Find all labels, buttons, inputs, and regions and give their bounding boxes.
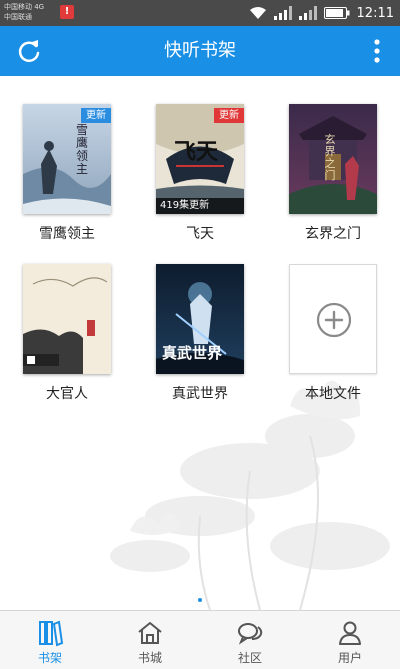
page-title: 快听书架 [164,40,236,61]
book-cover-art [23,264,111,374]
carrier-info: 中国移动 4G 中国联通 [4,2,44,22]
tab-bookstore[interactable]: 书城 [100,611,200,669]
update-badge: 更新 [81,108,111,123]
app-bar: 快听书架 [0,26,400,76]
add-local-label: 本地文件 [305,386,361,402]
book-title: 飞天 [186,226,214,242]
book-cover[interactable]: 玄界之门 [289,104,377,214]
tab-label: 书架 [37,651,62,665]
more-vertical-icon[interactable] [370,36,384,66]
warning-icon: ! [60,5,74,19]
cover-title-text: 飞天 [174,139,219,165]
bookshelf-icon [39,620,64,647]
book-title: 真武世界 [172,386,228,402]
clock: 12:11 [356,5,394,21]
book-item[interactable]: 大官人 [23,264,111,403]
book-item[interactable]: 飞天 更新 419集更新 飞天 [156,104,244,243]
plus-circle-icon [316,302,352,338]
book-item[interactable]: 雪鹰领主 更新 雪鹰领主 [23,104,111,243]
carrier-1: 中国移动 4G [4,3,45,11]
tab-label: 书城 [137,651,162,665]
book-item[interactable]: 玄界之门 玄界之门 [289,104,377,243]
episode-count: 419集更新 [156,198,244,214]
add-local-file-button[interactable]: 本地文件 [289,264,377,403]
book-cover[interactable] [23,264,111,374]
tab-label: 社区 [237,651,262,665]
tab-community[interactable]: 社区 [200,611,300,669]
book-title: 大官人 [46,386,88,402]
book-cover[interactable]: 飞天 更新 419集更新 [156,104,244,214]
add-local-card[interactable] [289,264,377,374]
update-badge: 更新 [214,108,244,123]
book-cover[interactable]: 雪鹰领主 更新 [23,104,111,214]
cover-title-text: 玄界之门 [324,133,336,182]
carrier-2: 中国联通 [4,13,32,21]
home-store-icon [138,622,162,644]
user-icon [339,621,361,645]
book-item[interactable]: 真武世界 真武世界 [156,264,244,403]
book-title: 玄界之门 [305,226,361,242]
bottom-nav: 书架 书城 社区 用户 [0,610,400,669]
signal-icon [273,6,292,20]
book-cover[interactable]: 真武世界 [156,264,244,374]
signal-icon-2 [298,6,317,20]
book-title: 雪鹰领主 [39,226,95,242]
wifi-icon [249,7,266,19]
chat-bubbles-icon [238,623,263,645]
cover-title-text: 雪鹰领主 [75,123,88,176]
cover-title-text: 真武世界 [162,344,223,362]
bookshelf: 雪鹰领主 更新 雪鹰领主 飞天 更新 419集更新 飞天 玄界之门 玄界之门 大… [0,76,400,610]
page-indicator [198,598,202,602]
tab-user[interactable]: 用户 [300,611,400,669]
tab-label: 用户 [337,651,362,665]
tab-bookshelf[interactable]: 书架 [0,611,100,669]
battery-icon [323,7,350,19]
status-bar: 中国移动 4G 中国联通 ! 12:11 [0,0,400,26]
